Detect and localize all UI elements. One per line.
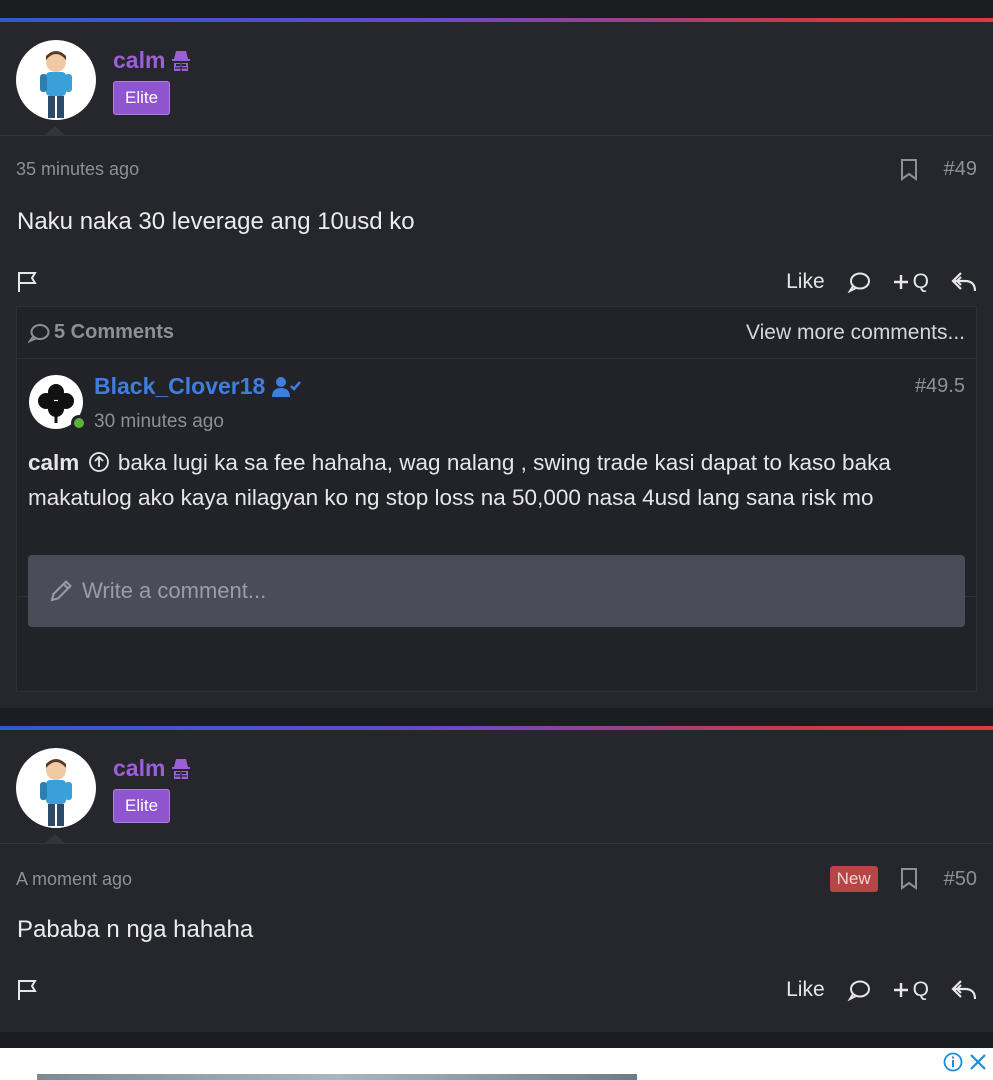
comments-count-label: 5 Comments	[54, 321, 175, 343]
reply-icon[interactable]	[951, 271, 977, 293]
plus-icon	[893, 982, 909, 998]
post-meta: 35 minutes ago #49	[16, 158, 977, 181]
write-comment-placeholder: Write a comment...	[82, 578, 267, 603]
post-username[interactable]: calm	[113, 47, 192, 74]
comments-section: 5 Comments View more comments... Black_C…	[16, 306, 977, 692]
quote-button[interactable]: Q	[893, 270, 929, 294]
comment-text: calm baka lugi ka sa fee hahaha, wag nal…	[28, 445, 958, 515]
comment-bubble-icon[interactable]	[847, 979, 871, 1001]
robber-icon	[170, 49, 192, 73]
comment-number[interactable]: #49.5	[915, 375, 965, 398]
like-button[interactable]: Like	[786, 270, 825, 294]
post-header: calm Elite	[0, 22, 993, 136]
flag-icon[interactable]	[16, 270, 40, 294]
advertisement-banner[interactable]	[0, 1048, 993, 1080]
post-actions: Like Q	[16, 270, 977, 294]
flag-icon[interactable]	[16, 978, 40, 1002]
comment-time[interactable]: 30 minutes ago	[94, 411, 224, 433]
post-number[interactable]: #50	[944, 868, 977, 891]
advertisement-image[interactable]	[37, 1074, 637, 1080]
bookmark-icon[interactable]	[900, 158, 918, 181]
comment-bubble-icon[interactable]	[847, 271, 871, 293]
username-text[interactable]: calm	[113, 47, 165, 74]
username-text[interactable]: calm	[113, 755, 165, 782]
quote-button[interactable]: Q	[893, 978, 929, 1002]
write-comment-input[interactable]: Write a comment...	[28, 555, 965, 627]
quote-label: Q	[912, 270, 929, 293]
post-time[interactable]: 35 minutes ago	[16, 159, 139, 180]
post-number[interactable]: #49	[944, 158, 977, 181]
pencil-icon	[48, 578, 74, 604]
elite-badge: Elite	[113, 789, 171, 823]
quoted-username[interactable]: calm	[28, 450, 79, 475]
close-icon[interactable]	[969, 1053, 987, 1071]
post-meta: A moment ago New #50	[16, 866, 977, 892]
comment-bubble-icon	[28, 323, 50, 343]
comment-message: baka lugi ka sa fee hahaha, wag nalang ,…	[28, 450, 891, 510]
avatar-pointer	[44, 834, 66, 844]
online-status-indicator	[71, 415, 87, 431]
avatar[interactable]	[16, 40, 96, 120]
elite-badge: Elite	[113, 81, 171, 115]
arrow-up-circle-icon[interactable]	[88, 451, 110, 473]
avatar-pointer	[44, 126, 66, 136]
post-body: Naku naka 30 leverage ang 10usd ko	[17, 208, 415, 235]
post-50: calm Elite A moment ago New #50 Pababa n…	[0, 726, 993, 1032]
post-49: calm Elite 35 minutes ago #49 Naku naka …	[0, 18, 993, 708]
post-username[interactable]: calm	[113, 755, 192, 782]
post-actions: Like Q	[16, 978, 977, 1002]
reply-icon[interactable]	[951, 979, 977, 1001]
verified-user-icon	[271, 376, 302, 398]
info-icon[interactable]	[943, 1052, 963, 1072]
view-more-comments-link[interactable]: View more comments...	[746, 321, 965, 345]
robber-icon	[170, 757, 192, 781]
bookmark-icon[interactable]	[900, 868, 918, 890]
plus-icon	[893, 274, 909, 290]
comments-header: 5 Comments View more comments...	[17, 307, 976, 359]
post-header: calm Elite	[0, 730, 993, 844]
ad-controls	[943, 1052, 987, 1072]
comment-username[interactable]: Black_Clover18	[94, 373, 302, 400]
post-time[interactable]: A moment ago	[16, 869, 132, 890]
like-button[interactable]: Like	[786, 978, 825, 1002]
comments-count[interactable]: 5 Comments	[28, 321, 174, 344]
avatar[interactable]	[16, 748, 96, 828]
comment-username-text[interactable]: Black_Clover18	[94, 373, 265, 400]
new-badge: New	[829, 866, 878, 892]
post-body: Pababa n nga hahaha	[17, 916, 254, 943]
quote-label: Q	[912, 978, 929, 1001]
